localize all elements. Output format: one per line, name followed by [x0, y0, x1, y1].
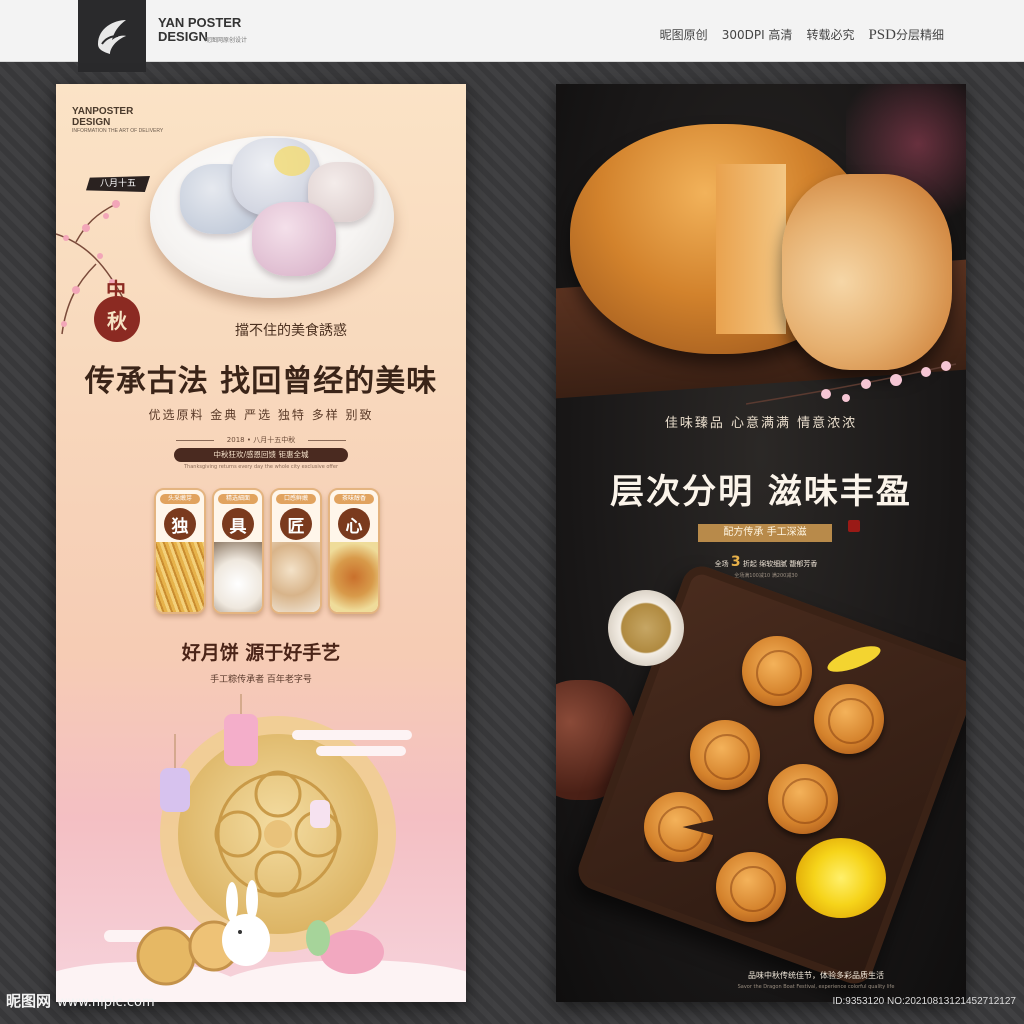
- mooncake-photo: [330, 542, 378, 612]
- watermark-id: ID:9353120 NO:20210813121452712127: [832, 996, 1017, 1007]
- right-bottom-text: 品味中秋传统佳节，体验多彩品质生活: [748, 971, 884, 980]
- flour-photo: [214, 542, 262, 612]
- moon-pattern: [274, 146, 310, 176]
- card-char: 具: [222, 508, 254, 540]
- watermark-site-name: 昵图网: [6, 992, 52, 1010]
- feature-cards: 头采嫩芽 独 精选細面 具 口感鲜嫩 匠 茶味醇香 心: [154, 488, 380, 614]
- selling-points: 优选原料 金典 严选 独特 多样 别致: [148, 408, 374, 422]
- promo-suffix: 折起 绵软细腻 馥郁芳香: [742, 560, 818, 568]
- tea-cup: [608, 590, 684, 666]
- left-slogan-sub: 手工粽传承者 百年老字号: [210, 675, 312, 685]
- wing-logo-icon: [98, 20, 126, 54]
- card-label: 茶味醇香: [334, 494, 374, 504]
- mooncake-cut-face: [716, 164, 786, 334]
- mooncake: [742, 636, 812, 706]
- top-bar: YAN POSTER DESIGN 昵图网原创设计 昵图原创 300DPI 高清…: [0, 0, 1024, 72]
- right-tagline: 佳味臻品 心意满满 情意浓浓: [664, 416, 858, 431]
- brand-line-1: YAN POSTER: [158, 15, 242, 30]
- mooncake-slice: [782, 174, 952, 370]
- wheat-photo: [156, 542, 204, 612]
- feature-card[interactable]: 头采嫩芽 独: [154, 488, 206, 614]
- left-title: 传承古法 找回曾经的美味: [84, 364, 438, 399]
- left-poster[interactable]: YANPOSTER DESIGN INFORMATION THE ART OF …: [56, 84, 466, 1002]
- festival-date: 2018 • 八月十五中秋: [176, 432, 346, 446]
- right-banner: 配方传承 手工深滋: [698, 524, 832, 542]
- feature-card[interactable]: 茶味醇香 心: [328, 488, 380, 614]
- card-label: 头采嫩芽: [160, 494, 200, 504]
- left-subtitle: 擋不住的美食誘惑: [235, 323, 347, 339]
- brand-subtitle: 昵图网原创设计: [205, 38, 248, 44]
- watermark-url: www.nipic.com: [57, 995, 155, 1010]
- feature-psd: PSD分层精细: [868, 26, 944, 44]
- badge-top-char: 中: [106, 278, 126, 302]
- feature-dpi: 300DPI 高清: [721, 28, 793, 42]
- right-title: 层次分明 滋味丰盈: [610, 472, 912, 512]
- mooncake: [768, 764, 838, 834]
- left-brand-line-1: YANPOSTER: [72, 106, 134, 117]
- snowskin-mooncake: [252, 202, 336, 276]
- feature-original: 昵图原创: [659, 28, 708, 42]
- feature-card[interactable]: 口感鲜嫩 匠: [270, 488, 322, 614]
- date-tag: 八月十五: [86, 176, 150, 192]
- watermark-site[interactable]: 昵图网 www.nipic.com: [6, 990, 155, 1011]
- promo-prefix: 全场: [714, 560, 729, 568]
- psd-suffix: 分层精细: [895, 28, 944, 42]
- left-slogan: 好月饼 源于好手艺: [181, 642, 341, 664]
- card-char: 心: [338, 508, 370, 540]
- mooncake: [814, 684, 884, 754]
- promo-pill: 中秋狂欢/感恩回馈 钜惠全城: [174, 448, 348, 462]
- brand-logo[interactable]: [78, 0, 146, 72]
- chrysanthemum-icon: [796, 838, 886, 918]
- feature-copyright: 转载必究: [806, 28, 855, 42]
- mooncake: [690, 720, 760, 790]
- card-label: 口感鲜嫩: [276, 494, 316, 504]
- dough-photo: [272, 542, 320, 612]
- promo-discount: 3: [730, 554, 741, 570]
- mooncake: [716, 852, 786, 922]
- left-brand-info: INFORMATION THE ART OF DELIVERY: [72, 128, 164, 134]
- left-brand-line-2: DESIGN: [72, 117, 111, 128]
- promo-tiny-text: Thanksgiving returns every day the whole…: [183, 464, 339, 470]
- feature-card[interactable]: 精选細面 具: [212, 488, 264, 614]
- papercut-moon-scene-icon: [56, 694, 466, 1002]
- card-char: 独: [164, 508, 196, 540]
- card-label: 精选細面: [218, 494, 258, 504]
- feature-links: 昵图原创 300DPI 高清 转载必究 PSD分层精细: [660, 26, 944, 44]
- right-bottom-sub: Savor the Dragon Boat Festival, experien…: [737, 984, 895, 990]
- left-poster-brand: YANPOSTER DESIGN INFORMATION THE ART OF …: [72, 106, 163, 134]
- psd-label: PSD: [868, 27, 896, 43]
- right-poster[interactable]: 佳味臻品 心意满满 情意浓浓 层次分明 滋味丰盈 配方传承 手工深滋 全场 3 …: [556, 84, 966, 1002]
- card-char: 匠: [280, 508, 312, 540]
- seal-stamp-icon: [848, 520, 860, 532]
